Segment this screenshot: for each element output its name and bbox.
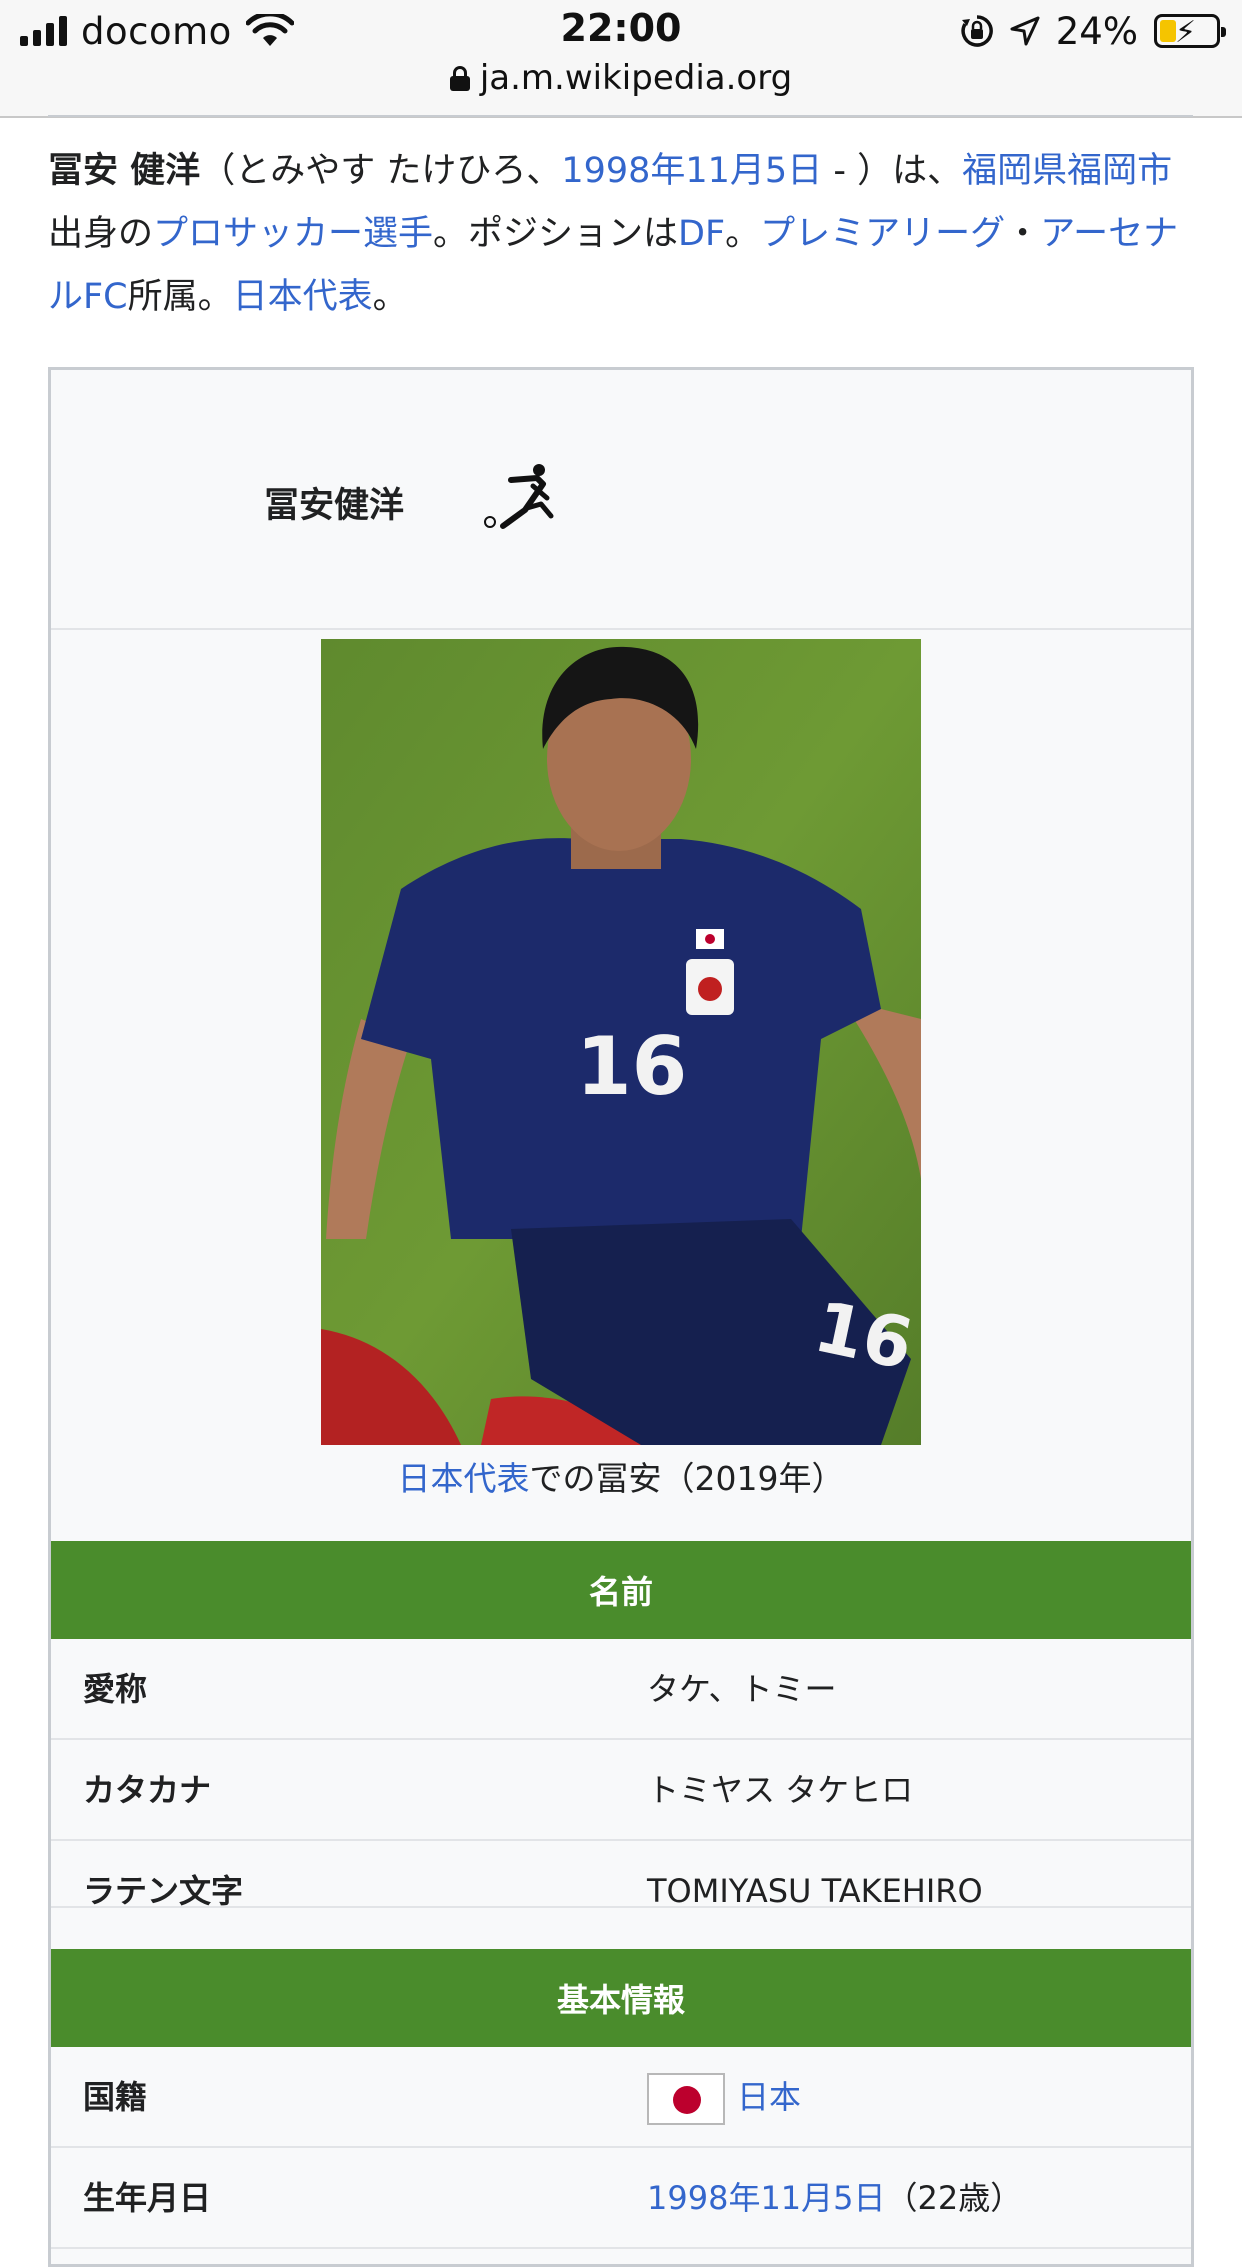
japan-flag-icon[interactable] [647, 2073, 725, 2125]
caption-text: での冨安（2019年） [529, 1459, 845, 1498]
infobox-title: 冨安健洋 [264, 486, 405, 526]
birthdate-link[interactable]: 1998年11月5日 [561, 151, 822, 191]
status-bar: docomo 22:00 24% ⚡ ja.m.wikipedia.org [0, 0, 1242, 118]
url-text: ja.m.wikipedia.org [479, 58, 793, 98]
hometown-link[interactable]: 福岡県福岡市 [962, 151, 1172, 191]
article-subject-name: 冨安 健洋 [48, 151, 201, 191]
row-value: トミヤス タケヒロ [647, 1771, 914, 1809]
infobox-row: カタカナ トミヤス タケヒロ [51, 1740, 1191, 1841]
row-key: 愛称 [83, 1670, 148, 1708]
football-kick-icon [484, 464, 554, 529]
row-key: カタカナ [83, 1771, 212, 1809]
infobox-header: 冨安健洋 [51, 370, 1191, 630]
lead-paragraph: 冨安 健洋（とみやす たけひろ、1998年11月5日 - ）は、福岡県福岡市出身… [48, 140, 1198, 329]
lead-text: ・ [1005, 214, 1041, 254]
orientation-lock-icon [961, 15, 993, 47]
lead-text: 。 [372, 277, 408, 317]
infobox-row-birthdate: 生年月日 1998年11月5日（22歳） [51, 2148, 1191, 2249]
national-team-link[interactable]: 日本代表 [233, 277, 373, 317]
caption-link[interactable]: 日本代表 [398, 1459, 530, 1498]
lead-text: 出身の [48, 214, 154, 254]
lead-text: 所属。 [127, 277, 233, 317]
lead-text: （とみやす たけひろ、 [200, 151, 562, 191]
infobox-row: ラテン文字 TOMIYASU TAKEHIRO [51, 1841, 1191, 1942]
battery-percent: 24% [1055, 9, 1138, 53]
league-link[interactable]: プレミアリーグ [760, 214, 1005, 254]
row-value: タケ、トミー [647, 1670, 837, 1708]
row-value: 日本 [647, 2047, 801, 2148]
row-key: ラテン文字 [83, 1872, 244, 1910]
birthdate-value-link[interactable]: 1998年11月5日 [647, 2179, 886, 2217]
age-text: （22歳） [885, 2179, 1023, 2217]
battery-charging-icon: ⚡ [1154, 14, 1226, 50]
address-bar[interactable]: ja.m.wikipedia.org [0, 58, 1242, 98]
infobox-row: 愛称 タケ、トミー [51, 1639, 1191, 1740]
row-key: 生年月日 [83, 2179, 212, 2217]
row-value: 1998年11月5日（22歳） [647, 2148, 1022, 2249]
infobox-row-nationality: 国籍 日本 [51, 2047, 1191, 2148]
row-key: 国籍 [83, 2078, 148, 2116]
player-photo[interactable]: 16 16 [321, 639, 921, 1445]
nationality-link[interactable]: 日本 [737, 2078, 801, 2116]
lead-text: 。ポジションは [433, 214, 679, 254]
lock-icon [449, 66, 470, 91]
divider [48, 115, 1193, 117]
svg-text:16: 16 [576, 1020, 687, 1113]
section-header-name: 名前 [51, 1541, 1191, 1639]
section-header-basic: 基本情報 [51, 1949, 1191, 2047]
lead-text: 。 [725, 214, 761, 254]
infobox: 冨安健洋 16 16 日本代表での冨安（2019年） 名前 愛称 タケ、トミー … [48, 367, 1194, 2267]
location-arrow-icon [1010, 16, 1040, 46]
position-link[interactable]: DF [678, 214, 725, 254]
row-value: TOMIYASU TAKEHIRO [647, 1872, 983, 1910]
lead-text: - ）は、 [822, 151, 963, 191]
photo-caption: 日本代表での冨安（2019年） [51, 1452, 1191, 1500]
profession-link[interactable]: プロサッカー選手 [153, 214, 433, 254]
